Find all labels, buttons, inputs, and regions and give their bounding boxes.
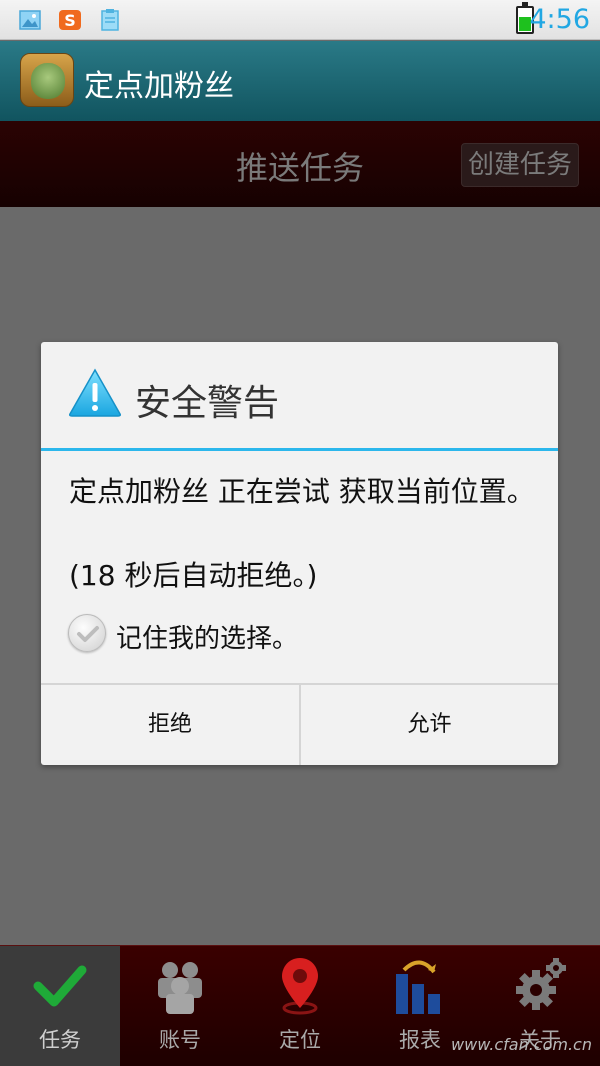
dialog-title: 安全警告 — [135, 383, 280, 424]
tab-label: 账号 — [159, 1028, 201, 1052]
status-time: 4:56 — [529, 4, 590, 35]
clipboard-icon — [101, 9, 119, 31]
image-icon — [19, 10, 41, 30]
gear-icon — [516, 958, 566, 1010]
app-logo-icon[interactable] — [20, 53, 74, 107]
countdown-text: (18 秒后自动拒绝。) — [69, 559, 318, 592]
svg-text:S: S — [64, 11, 76, 30]
bar-chart-icon — [396, 960, 440, 1014]
tab-tasks[interactable]: 任务 — [0, 946, 120, 1066]
bottom-nav: 任务 账号 定位 报表 关于 www.cfan.com.cn — [0, 945, 600, 1066]
allow-button[interactable]: 允许 — [301, 685, 558, 765]
app-title: 定点加粉丝 — [84, 69, 234, 104]
status-bar: S 4:56 — [0, 0, 600, 40]
tab-location[interactable]: 定位 — [240, 946, 360, 1066]
tab-label: 任务 — [39, 1028, 81, 1052]
checkmark-icon — [33, 965, 87, 1007]
remember-label[interactable]: 记住我的选择。 — [116, 618, 298, 655]
people-icon — [158, 962, 202, 1014]
checkmark-icon — [77, 626, 99, 642]
dialog-header: 安全警告 — [41, 342, 558, 450]
deny-button[interactable]: 拒绝 — [41, 685, 299, 765]
remember-checkbox[interactable] — [68, 614, 106, 652]
map-pin-icon — [282, 958, 318, 1015]
tab-label: 定位 — [279, 1028, 321, 1052]
tab-accounts[interactable]: 账号 — [120, 946, 240, 1066]
create-task-button[interactable]: 创建任务 — [461, 143, 579, 187]
sogou-s-icon: S — [59, 10, 81, 30]
dialog-divider — [41, 448, 558, 451]
warning-icon — [69, 368, 121, 417]
security-warning-dialog: 安全警告 定点加粉丝 正在尝试 获取当前位置。 (18 秒后自动拒绝。) 记住我… — [41, 342, 558, 765]
dialog-message: 定点加粉丝 正在尝试 获取当前位置。 — [69, 475, 535, 508]
page-header: 推送任务 创建任务 — [0, 121, 600, 207]
app-title-bar: 定点加粉丝 — [0, 41, 600, 121]
watermark: www.cfan.com.cn — [451, 1035, 592, 1054]
